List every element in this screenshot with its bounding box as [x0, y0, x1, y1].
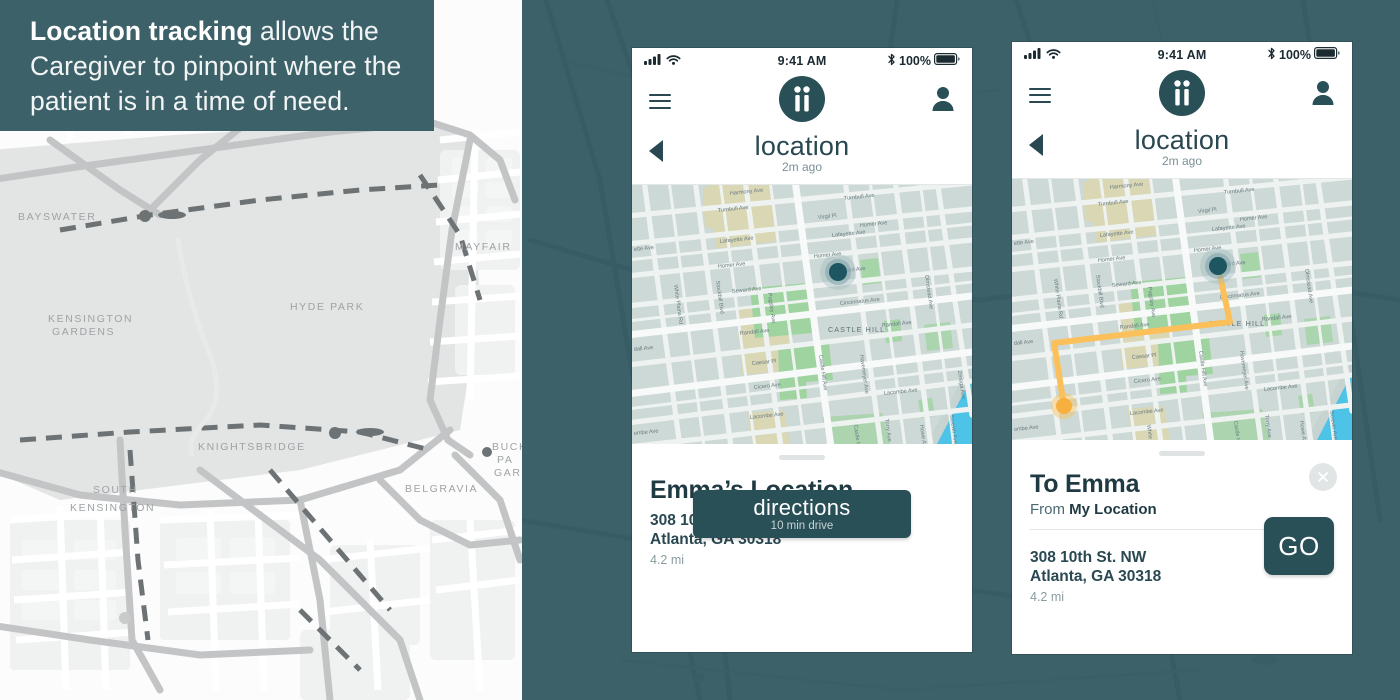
status-time: 9:41 AM	[777, 53, 827, 68]
sheet-drag-handle[interactable]	[779, 455, 825, 460]
status-time: 9:41 AM	[1157, 47, 1207, 62]
page-subtitle-timestamp: 2m ago	[781, 160, 823, 174]
card-heading: To Emma	[1030, 470, 1140, 498]
map-viewport[interactable]: Turnbull Ave Turnbull Ave Harmony Ave La…	[632, 185, 972, 444]
status-bar: 9:41 AM 100%	[1012, 42, 1352, 67]
page-subtitle-timestamp: 2m ago	[1161, 154, 1203, 168]
app-logo-icon[interactable]	[779, 75, 825, 127]
user-profile-icon[interactable]	[1311, 80, 1335, 110]
svg-text:GARDENS: GARDENS	[52, 326, 115, 338]
svg-text:KNIGHTSBRIDGE: KNIGHTSBRIDGE	[198, 441, 306, 453]
svg-text:BELGRAVIA: BELGRAVIA	[405, 483, 478, 495]
directions-button-label: directions	[753, 494, 851, 520]
svg-text:PA: PA	[497, 454, 513, 466]
page-title: location	[754, 131, 850, 161]
svg-text:GAR: GAR	[494, 467, 522, 479]
svg-text:KENSINGTON: KENSINGTON	[48, 313, 133, 325]
caption-banner: Location tracking allows the Caregiver t…	[0, 0, 434, 131]
map-graphic: Turnbull Ave Turnbull Ave Harmony Ave La…	[632, 185, 972, 444]
phone-screen-directions: 9:41 AM 100% location 2m ago Turnbull Av…	[1012, 42, 1352, 654]
origin-marker	[1051, 393, 1077, 419]
card-origin-row: From My Location	[1030, 501, 1334, 518]
back-arrow-icon[interactable]	[1029, 134, 1043, 156]
location-detail-card: Emma’s Location 308 10th St. NW Atlanta,…	[632, 455, 972, 567]
svg-text:CASTLE HILL: CASTLE HILL	[828, 325, 885, 334]
app-header-bar	[632, 73, 972, 129]
hamburger-menu-icon[interactable]	[649, 93, 671, 109]
page-title-row: location 2m ago	[632, 129, 972, 185]
close-circle-icon[interactable]	[1309, 463, 1337, 491]
svg-text:HYDE PARK: HYDE PARK	[290, 301, 364, 313]
page-title: location	[1134, 125, 1230, 155]
svg-text:BAYSWATER: BAYSWATER	[18, 211, 96, 223]
destination-marker	[1200, 248, 1236, 284]
from-value-label: My Location	[1069, 501, 1157, 518]
svg-text:KENSINGTON: KENSINGTON	[70, 502, 155, 514]
svg-text:BUCK: BUCK	[492, 441, 522, 453]
directions-card: To Emma From My Location 308 10th St. NW…	[1012, 451, 1352, 604]
map-viewport[interactable]: Turnbull Ave Turnbull Ave Harmony Ave La…	[1012, 179, 1352, 440]
address-line-2: Atlanta, GA 30318	[1030, 568, 1162, 585]
hamburger-menu-icon[interactable]	[1029, 87, 1051, 103]
card-address: 308 10th St. NW Atlanta, GA 30318	[1030, 548, 1161, 586]
back-arrow-icon[interactable]	[649, 140, 663, 162]
phone-screen-location: 9:41 AM 100% location 2m ago Turnbull Av…	[632, 48, 972, 652]
status-bar: 9:41 AM 100%	[632, 48, 972, 73]
screenshot-stage: BAYSWATER MAYFAIR HYDE PARK KENSINGTON G…	[0, 0, 1400, 700]
address-line-1: 308 10th St. NW	[1030, 549, 1147, 566]
page-title-row: location 2m ago	[1012, 123, 1352, 179]
user-profile-icon[interactable]	[931, 86, 955, 116]
from-prefix-label: From	[1030, 501, 1070, 518]
directions-button[interactable]: directions 10 min drive	[693, 490, 911, 538]
reference-map-panel: BAYSWATER MAYFAIR HYDE PARK KENSINGTON G…	[0, 0, 522, 700]
app-logo-icon[interactable]	[1159, 69, 1205, 121]
svg-text:SOUTH: SOUTH	[93, 484, 138, 496]
card-distance: 4.2 mi	[650, 553, 685, 567]
directions-button-sublabel: 10 min drive	[770, 519, 834, 532]
app-header-bar	[1012, 67, 1352, 123]
destination-marker	[820, 254, 856, 290]
card-distance: 4.2 mi	[1030, 590, 1065, 604]
svg-text:MAYFAIR: MAYFAIR	[455, 241, 512, 253]
go-button[interactable]: GO	[1264, 517, 1334, 575]
map-graphic: Turnbull Ave Turnbull Ave Harmony Ave La…	[1012, 179, 1352, 440]
sheet-drag-handle[interactable]	[1159, 451, 1205, 456]
caption-bold-text: Location tracking	[30, 16, 253, 46]
